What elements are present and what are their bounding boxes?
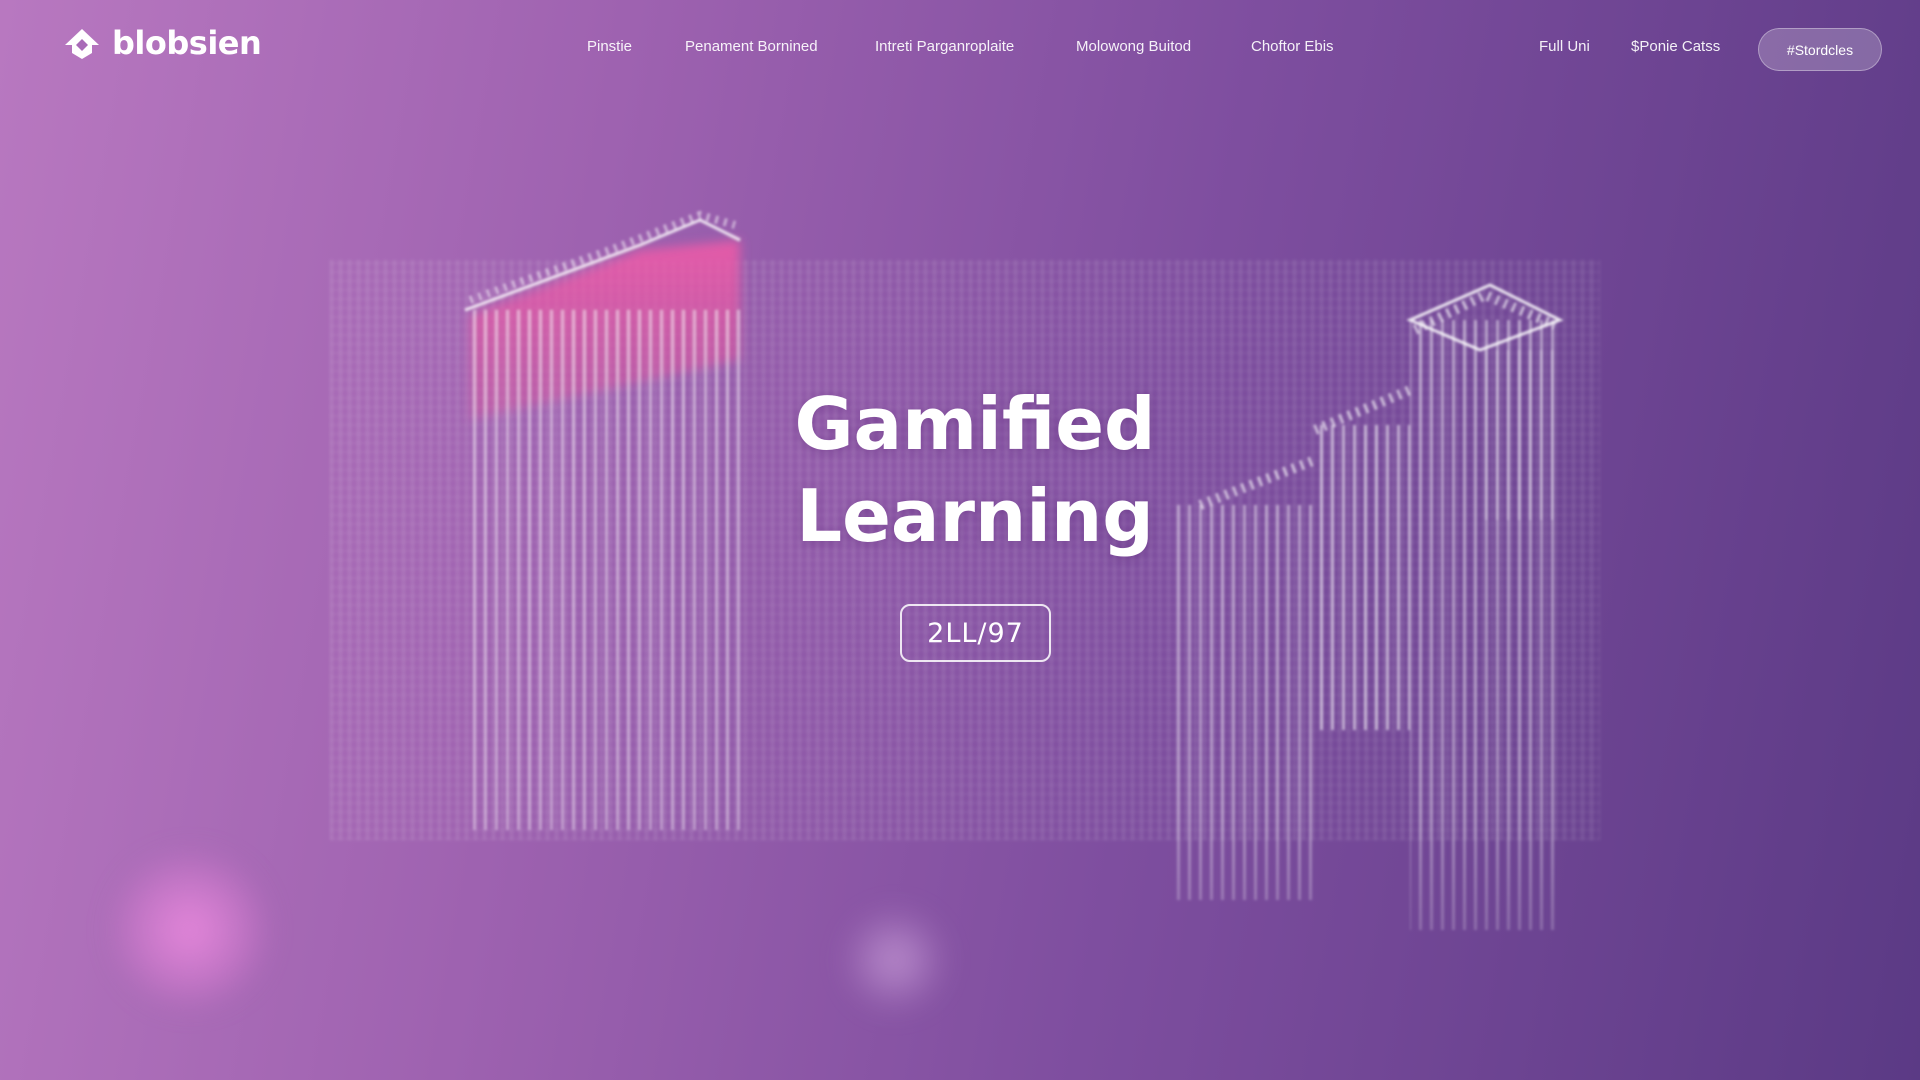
landing-page: blobsien Pinstie Penament Bornined Intre… xyxy=(0,0,1920,1080)
nav-link-2[interactable]: Penament Bornined xyxy=(685,38,818,55)
left-bar-graphic xyxy=(464,210,741,830)
nav-link-4[interactable]: Molowong Buitod xyxy=(1076,38,1191,55)
header-cta-button[interactable]: #Stordcles xyxy=(1758,28,1882,71)
hero-badge-button[interactable]: 2LL/97 xyxy=(900,604,1051,662)
nav-link-5[interactable]: Choftor Ebis xyxy=(1251,38,1334,55)
hero-title: Gamified Learning xyxy=(760,378,1190,562)
nav-link-1[interactable]: Pinstie xyxy=(587,38,632,55)
right-bars-graphic xyxy=(1170,283,1564,930)
hero-title-line-2: Learning xyxy=(796,474,1154,558)
nav-link-7[interactable]: $Ponie Catss xyxy=(1631,38,1720,55)
nav-link-3[interactable]: Intreti Parganroplaite xyxy=(875,38,1014,55)
brand-mark-icon xyxy=(65,29,99,59)
hero-title-line-1: Gamified xyxy=(794,382,1156,466)
brand-logo[interactable]: blobsien xyxy=(62,24,262,62)
brand-name: blobsien xyxy=(112,24,262,62)
nav-link-6[interactable]: Full Uni xyxy=(1539,38,1590,55)
